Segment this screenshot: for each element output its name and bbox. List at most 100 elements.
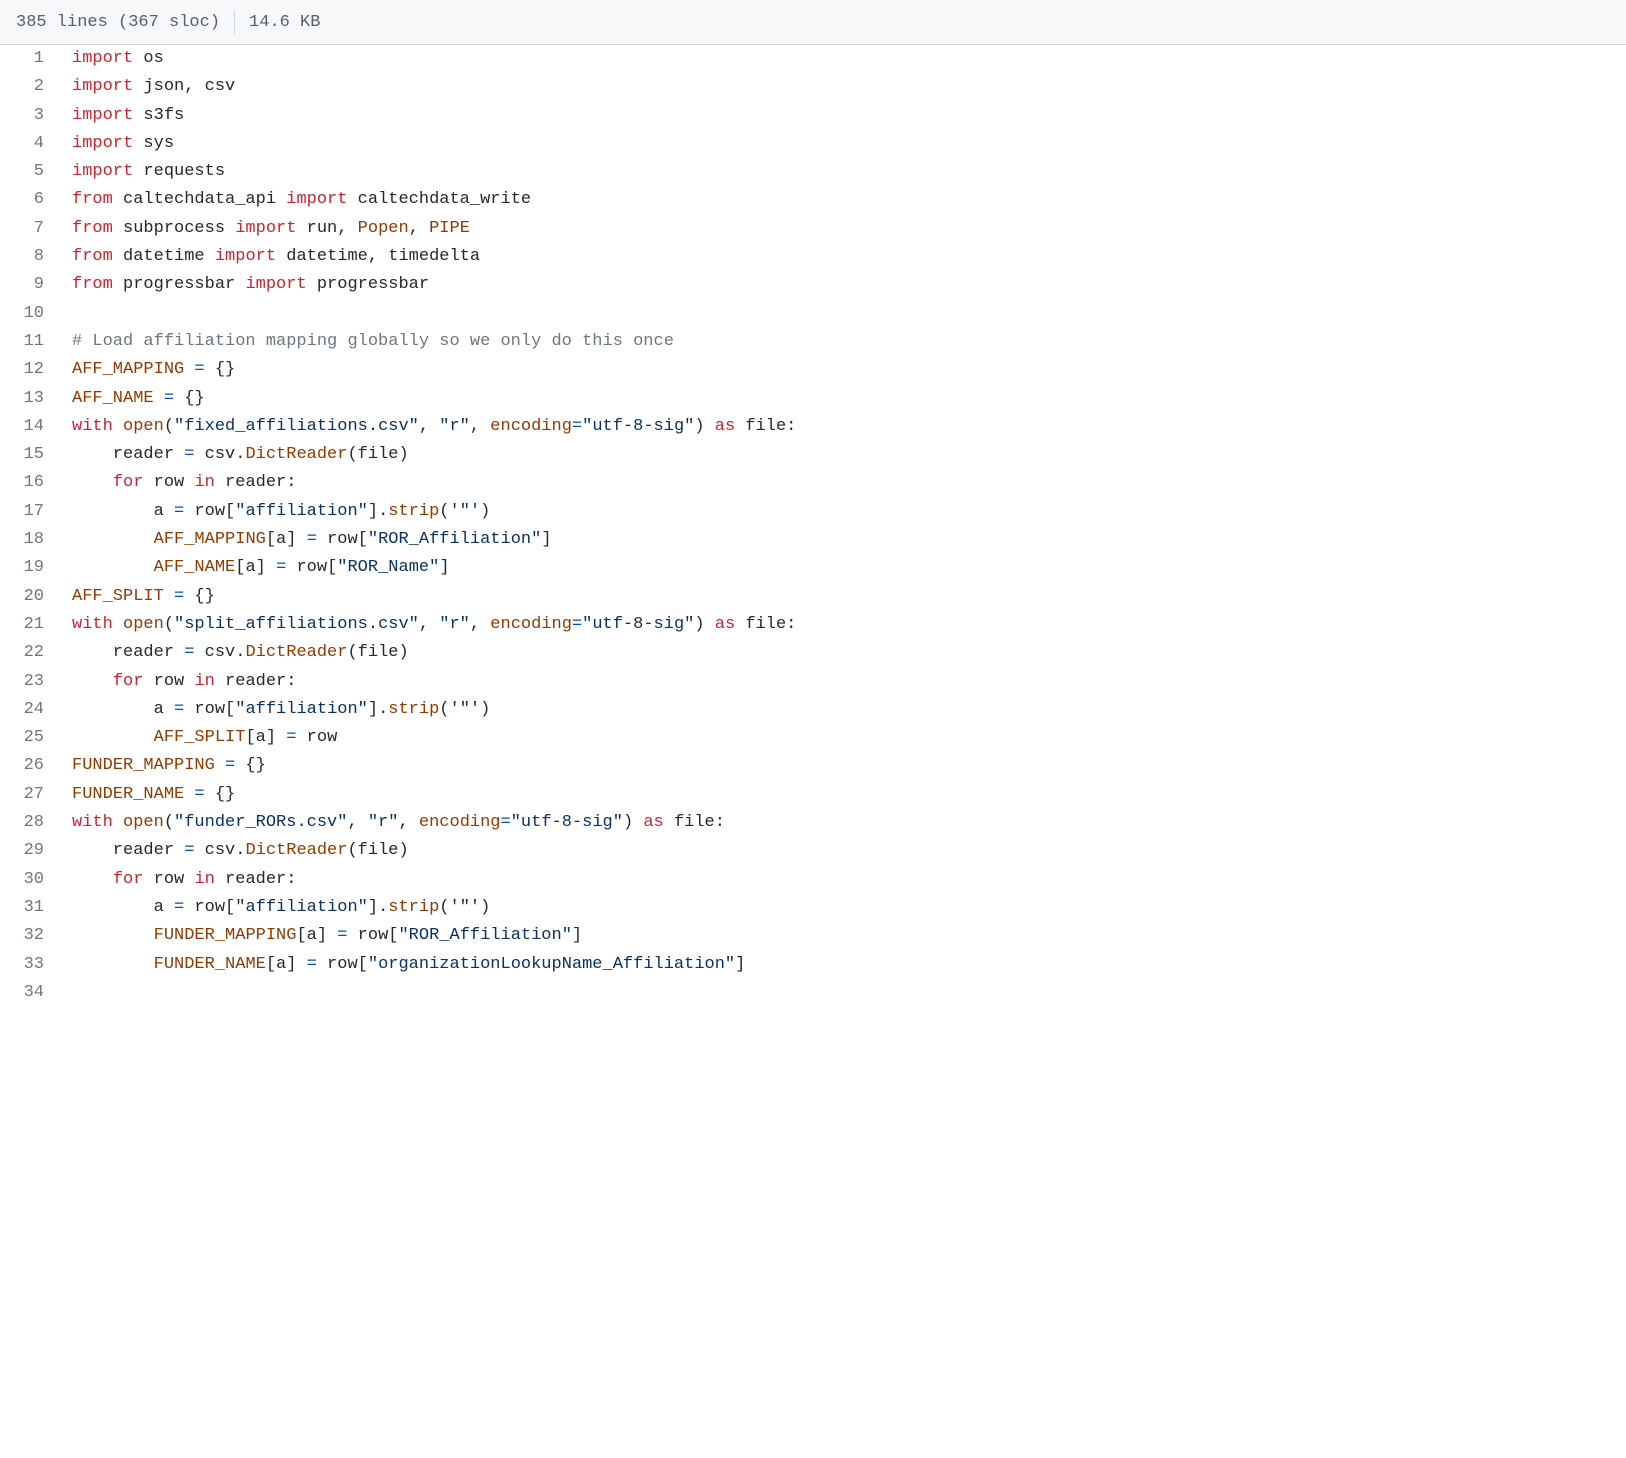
line-number[interactable]: 20 bbox=[0, 583, 62, 611]
line-number[interactable]: 23 bbox=[0, 668, 62, 696]
line-number[interactable]: 21 bbox=[0, 611, 62, 639]
code-content[interactable]: import sys bbox=[62, 130, 174, 158]
line-number[interactable]: 4 bbox=[0, 130, 62, 158]
code-line: 21with open("split_affiliations.csv", "r… bbox=[0, 611, 1626, 639]
line-number[interactable]: 28 bbox=[0, 809, 62, 837]
code-line: 19 AFF_NAME[a] = row["ROR_Name"] bbox=[0, 554, 1626, 582]
code-content[interactable]: FUNDER_NAME = {} bbox=[62, 781, 235, 809]
line-number[interactable]: 12 bbox=[0, 356, 62, 384]
code-content[interactable]: FUNDER_NAME[a] = row["organizationLookup… bbox=[62, 951, 745, 979]
code-content[interactable]: from caltechdata_api import caltechdata_… bbox=[62, 186, 531, 214]
code-content[interactable]: a = row["affiliation"].strip('"') bbox=[62, 894, 490, 922]
code-content[interactable]: FUNDER_MAPPING = {} bbox=[62, 752, 266, 780]
code-content[interactable]: reader = csv.DictReader(file) bbox=[62, 639, 409, 667]
code-line: 20AFF_SPLIT = {} bbox=[0, 583, 1626, 611]
code-line: 6from caltechdata_api import caltechdata… bbox=[0, 186, 1626, 214]
code-content[interactable]: # Load affiliation mapping globally so w… bbox=[62, 328, 674, 356]
line-number[interactable]: 34 bbox=[0, 979, 62, 1007]
line-number[interactable]: 15 bbox=[0, 441, 62, 469]
code-line: 25 AFF_SPLIT[a] = row bbox=[0, 724, 1626, 752]
file-info-header: 385 lines (367 sloc) 14.6 KB bbox=[0, 0, 1626, 45]
code-line: 22 reader = csv.DictReader(file) bbox=[0, 639, 1626, 667]
code-line: 10 bbox=[0, 300, 1626, 328]
line-number[interactable]: 31 bbox=[0, 894, 62, 922]
code-line: 32 FUNDER_MAPPING[a] = row["ROR_Affiliat… bbox=[0, 922, 1626, 950]
file-size-text: 14.6 KB bbox=[249, 13, 320, 32]
code-line: 27FUNDER_NAME = {} bbox=[0, 781, 1626, 809]
line-number[interactable]: 7 bbox=[0, 215, 62, 243]
code-content[interactable]: with open("funder_RORs.csv", "r", encodi… bbox=[62, 809, 725, 837]
line-number[interactable]: 26 bbox=[0, 752, 62, 780]
code-content[interactable]: AFF_MAPPING[a] = row["ROR_Affiliation"] bbox=[62, 526, 552, 554]
code-content[interactable]: for row in reader: bbox=[62, 668, 296, 696]
code-content[interactable]: for row in reader: bbox=[62, 469, 296, 497]
line-number[interactable]: 10 bbox=[0, 300, 62, 328]
line-number[interactable]: 2 bbox=[0, 73, 62, 101]
code-content[interactable]: import json, csv bbox=[62, 73, 235, 101]
code-line: 18 AFF_MAPPING[a] = row["ROR_Affiliation… bbox=[0, 526, 1626, 554]
code-content[interactable]: with open("split_affiliations.csv", "r",… bbox=[62, 611, 796, 639]
line-number[interactable]: 25 bbox=[0, 724, 62, 752]
line-number[interactable]: 19 bbox=[0, 554, 62, 582]
line-number[interactable]: 1 bbox=[0, 45, 62, 73]
code-content[interactable] bbox=[62, 979, 82, 1007]
line-number[interactable]: 3 bbox=[0, 102, 62, 130]
code-content[interactable]: reader = csv.DictReader(file) bbox=[62, 837, 409, 865]
line-number[interactable]: 13 bbox=[0, 385, 62, 413]
code-line: 26FUNDER_MAPPING = {} bbox=[0, 752, 1626, 780]
code-line: 1import os bbox=[0, 45, 1626, 73]
line-number[interactable]: 16 bbox=[0, 469, 62, 497]
code-content[interactable]: AFF_SPLIT[a] = row bbox=[62, 724, 337, 752]
line-number[interactable]: 24 bbox=[0, 696, 62, 724]
code-listing[interactable]: 1import os2import json, csv3import s3fs4… bbox=[0, 45, 1626, 1007]
code-line: 28with open("funder_RORs.csv", "r", enco… bbox=[0, 809, 1626, 837]
code-line: 13AFF_NAME = {} bbox=[0, 385, 1626, 413]
line-number[interactable]: 18 bbox=[0, 526, 62, 554]
code-line: 29 reader = csv.DictReader(file) bbox=[0, 837, 1626, 865]
line-number[interactable]: 17 bbox=[0, 498, 62, 526]
code-line: 2import json, csv bbox=[0, 73, 1626, 101]
code-content[interactable]: from subprocess import run, Popen, PIPE bbox=[62, 215, 470, 243]
line-number[interactable]: 8 bbox=[0, 243, 62, 271]
line-number[interactable]: 32 bbox=[0, 922, 62, 950]
code-line: 24 a = row["affiliation"].strip('"') bbox=[0, 696, 1626, 724]
code-line: 30 for row in reader: bbox=[0, 866, 1626, 894]
line-number[interactable]: 30 bbox=[0, 866, 62, 894]
line-number[interactable]: 22 bbox=[0, 639, 62, 667]
code-content[interactable]: import requests bbox=[62, 158, 225, 186]
line-number[interactable]: 27 bbox=[0, 781, 62, 809]
code-line: 15 reader = csv.DictReader(file) bbox=[0, 441, 1626, 469]
code-content[interactable]: a = row["affiliation"].strip('"') bbox=[62, 696, 490, 724]
code-line: 3import s3fs bbox=[0, 102, 1626, 130]
code-content[interactable]: reader = csv.DictReader(file) bbox=[62, 441, 409, 469]
code-content[interactable]: for row in reader: bbox=[62, 866, 296, 894]
code-content[interactable]: a = row["affiliation"].strip('"') bbox=[62, 498, 490, 526]
code-content[interactable]: AFF_SPLIT = {} bbox=[62, 583, 215, 611]
code-line: 4import sys bbox=[0, 130, 1626, 158]
code-content[interactable]: AFF_MAPPING = {} bbox=[62, 356, 235, 384]
line-number[interactable]: 6 bbox=[0, 186, 62, 214]
code-line: 23 for row in reader: bbox=[0, 668, 1626, 696]
code-content[interactable]: import os bbox=[62, 45, 164, 73]
line-number[interactable]: 29 bbox=[0, 837, 62, 865]
code-content[interactable]: from datetime import datetime, timedelta bbox=[62, 243, 480, 271]
code-line: 33 FUNDER_NAME[a] = row["organizationLoo… bbox=[0, 951, 1626, 979]
code-content[interactable]: FUNDER_MAPPING[a] = row["ROR_Affiliation… bbox=[62, 922, 582, 950]
code-content[interactable]: from progressbar import progressbar bbox=[62, 271, 429, 299]
code-content[interactable]: with open("fixed_affiliations.csv", "r",… bbox=[62, 413, 796, 441]
code-line: 8from datetime import datetime, timedelt… bbox=[0, 243, 1626, 271]
code-line: 31 a = row["affiliation"].strip('"') bbox=[0, 894, 1626, 922]
line-number[interactable]: 14 bbox=[0, 413, 62, 441]
line-number[interactable]: 33 bbox=[0, 951, 62, 979]
code-content[interactable]: AFF_NAME = {} bbox=[62, 385, 205, 413]
line-number[interactable]: 11 bbox=[0, 328, 62, 356]
code-line: 11# Load affiliation mapping globally so… bbox=[0, 328, 1626, 356]
code-line: 34 bbox=[0, 979, 1626, 1007]
code-content[interactable] bbox=[62, 300, 82, 328]
code-line: 5import requests bbox=[0, 158, 1626, 186]
line-number[interactable]: 9 bbox=[0, 271, 62, 299]
code-content[interactable]: import s3fs bbox=[62, 102, 184, 130]
code-content[interactable]: AFF_NAME[a] = row["ROR_Name"] bbox=[62, 554, 450, 582]
header-divider bbox=[234, 10, 235, 34]
line-number[interactable]: 5 bbox=[0, 158, 62, 186]
